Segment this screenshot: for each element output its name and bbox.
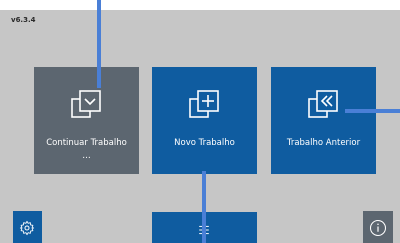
home-screen: v6.3.4 Continuar Trabalho … Novo Trabalh… xyxy=(0,10,400,243)
info-button[interactable] xyxy=(363,211,393,243)
continue-work-icon xyxy=(71,90,101,118)
previous-work-icon xyxy=(308,90,338,118)
info-icon xyxy=(369,219,387,237)
new-work-icon xyxy=(189,90,219,118)
new-work-label: Novo Trabalho xyxy=(174,138,235,148)
gear-icon xyxy=(19,220,35,236)
previous-work-label: Trabalho Anterior xyxy=(286,138,361,148)
annotation-line-continue xyxy=(97,0,101,88)
continue-work-label: Continuar Trabalho … xyxy=(46,138,127,161)
new-work-tile[interactable]: Novo Trabalho xyxy=(152,67,257,174)
settings-button[interactable] xyxy=(13,211,42,243)
previous-work-tile[interactable]: Trabalho Anterior xyxy=(271,67,376,174)
annotation-line-new xyxy=(202,171,206,243)
annotation-line-previous xyxy=(345,109,400,113)
version-label: v6.3.4 xyxy=(11,16,36,24)
continue-work-tile[interactable]: Continuar Trabalho … xyxy=(34,67,139,174)
